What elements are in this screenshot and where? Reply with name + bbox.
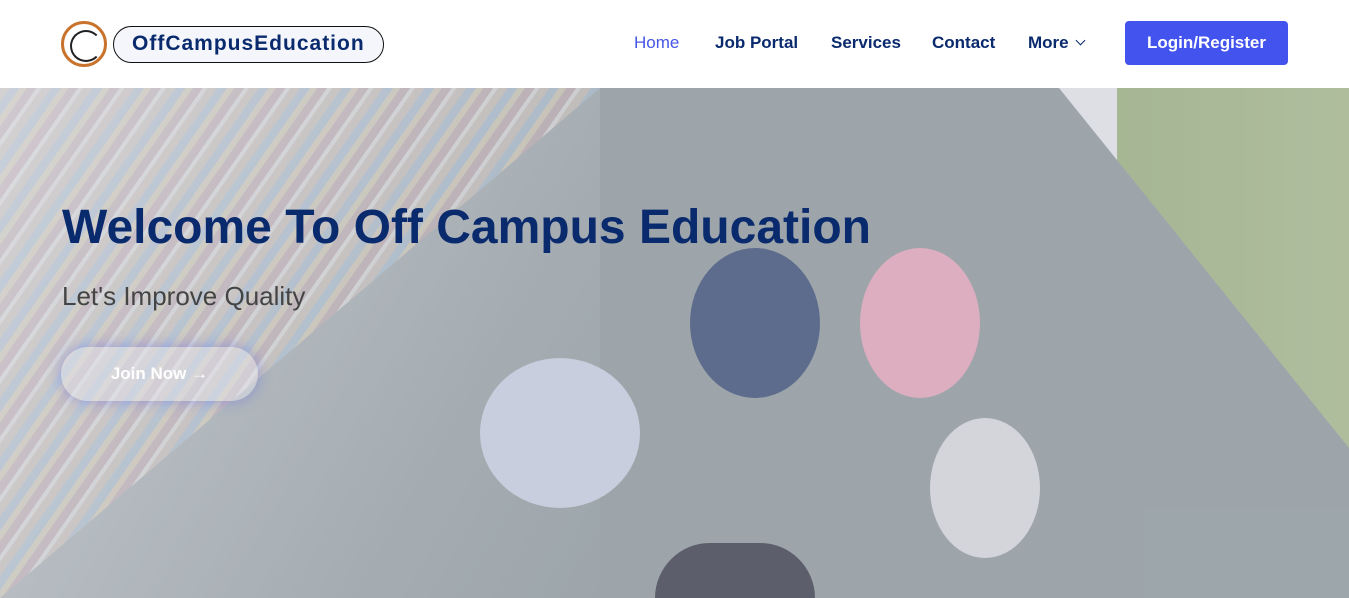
- nav-home[interactable]: Home: [634, 33, 679, 53]
- nav-job-portal[interactable]: Job Portal: [715, 33, 798, 53]
- chevron-down-icon: [1075, 35, 1086, 46]
- hero-overlay: [0, 88, 1349, 598]
- join-now-label: Join Now: [110, 364, 187, 383]
- nav-more[interactable]: More: [1028, 33, 1086, 53]
- nav-contact[interactable]: Contact: [932, 33, 995, 53]
- nav-services[interactable]: Services: [831, 33, 901, 53]
- arrow-right-icon: →: [191, 364, 209, 383]
- join-now-button[interactable]: Join Now →: [61, 347, 258, 401]
- nav-more-label: More: [1028, 33, 1069, 52]
- hero-section: Welcome To Off Campus Education Let's Im…: [0, 88, 1349, 598]
- logo-icon[interactable]: [61, 21, 107, 67]
- login-register-button[interactable]: Login/Register: [1125, 21, 1288, 65]
- brand-name[interactable]: OffCampusEducation: [113, 26, 384, 63]
- hero-subtitle: Let's Improve Quality: [62, 281, 306, 311]
- hero-title: Welcome To Off Campus Education: [62, 201, 871, 254]
- header: OffCampusEducation Home Job Portal Servi…: [0, 0, 1349, 88]
